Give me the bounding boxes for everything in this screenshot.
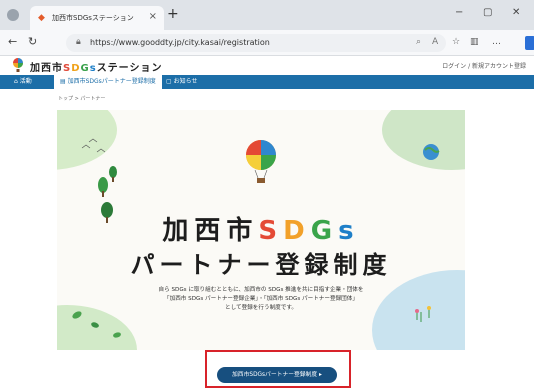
hero-title-prefix: 加西市 bbox=[162, 216, 259, 246]
close-icon[interactable]: × bbox=[149, 11, 157, 22]
site-title[interactable]: 加西市SDGsステーション bbox=[30, 59, 163, 74]
browser-tab[interactable]: ◆ 加西市SDGsステーション × bbox=[30, 6, 164, 30]
url-field[interactable]: 🔒︎ https://www.gooddty.jp/city.kasai/reg… bbox=[66, 34, 446, 52]
site-title-d: D bbox=[71, 63, 81, 74]
hero-desc-line: 自ら SDGs に取り組むとともに、加西市の SDGs 推進を共に目指す企業・団… bbox=[158, 287, 364, 293]
url-text: https://www.gooddty.jp/city.kasai/regist… bbox=[90, 38, 270, 47]
collections-icon[interactable]: ▥ bbox=[470, 37, 479, 47]
plus-icon[interactable]: + bbox=[167, 7, 179, 21]
site-title-s2: s bbox=[89, 63, 97, 74]
browser-tab-bar: ◆ 加西市SDGsステーション × + − ▢ ✕ bbox=[0, 0, 534, 30]
hero-desc-line: 「加西市 SDGs パートナー登録企業」・「加西市 SDGs パートナー登録団体… bbox=[164, 296, 358, 302]
site-title-prefix: 加西市 bbox=[30, 63, 63, 74]
hero-title-s2: s bbox=[338, 216, 360, 246]
back-icon[interactable]: ← bbox=[8, 36, 17, 48]
hero-title-g: G bbox=[310, 216, 339, 246]
tab-title: 加西市SDGsステーション bbox=[52, 14, 134, 22]
reload-icon[interactable]: ↻ bbox=[28, 36, 37, 48]
partner-registration-button[interactable]: 加西市SDGsパートナー登録制度 ▸ bbox=[217, 367, 337, 383]
site-nav: ⌂ 活動 ▤ 加西市SDGsパートナー登録制度 ▢ お知らせ bbox=[0, 75, 534, 89]
read-aloud-icon[interactable]: A bbox=[432, 37, 438, 47]
minimize-icon[interactable]: − bbox=[455, 8, 463, 18]
site-favicon-icon: ◆ bbox=[38, 13, 45, 23]
profile-icon[interactable] bbox=[7, 9, 19, 21]
site-header: 加西市SDGsステーション ログイン / 新規アカウント登録 bbox=[0, 56, 534, 74]
balloon-logo-icon[interactable] bbox=[12, 58, 24, 72]
nav-item-activity[interactable]: ⌂ 活動 bbox=[14, 78, 32, 86]
zoom-icon[interactable]: ⌕ bbox=[416, 37, 421, 47]
hero-desc-line: として登録を行う制度です。 bbox=[225, 305, 297, 311]
hero-title-line2: パートナー登録制度 bbox=[130, 251, 392, 279]
site-title-s: S bbox=[63, 63, 72, 74]
nav-item-partner[interactable]: ▤ 加西市SDGsパートナー登録制度 bbox=[54, 75, 162, 89]
address-bar-row: ← ↻ 🔒︎ https://www.gooddty.jp/city.kasai… bbox=[0, 30, 534, 56]
hero-banner: 加西市SDGs パートナー登録制度 自ら SDGs に取り組むとともに、加西市の… bbox=[57, 110, 465, 350]
window-close-icon[interactable]: ✕ bbox=[512, 8, 520, 18]
extension-icon[interactable] bbox=[525, 36, 534, 50]
hero-title-s: S bbox=[258, 216, 284, 246]
site-title-suffix: ステーション bbox=[96, 63, 163, 74]
favorite-icon[interactable]: ☆ bbox=[452, 37, 460, 47]
nav-item-news[interactable]: ▢ お知らせ bbox=[166, 78, 197, 86]
lock-icon: 🔒︎ bbox=[76, 37, 81, 47]
maximize-icon[interactable]: ▢ bbox=[483, 8, 492, 18]
hero-title-line1: 加西市SDGs bbox=[57, 210, 465, 247]
site-title-g: G bbox=[80, 63, 90, 74]
hero-title-d: D bbox=[283, 216, 311, 246]
more-icon[interactable]: … bbox=[492, 37, 501, 47]
login-register-links[interactable]: ログイン / 新規アカウント登録 bbox=[442, 61, 526, 70]
hero-description: 自ら SDGs に取り組むとともに、加西市の SDGs 推進を共に目指す企業・団… bbox=[57, 286, 465, 313]
breadcrumb[interactable]: トップ > パートナー bbox=[58, 95, 105, 102]
